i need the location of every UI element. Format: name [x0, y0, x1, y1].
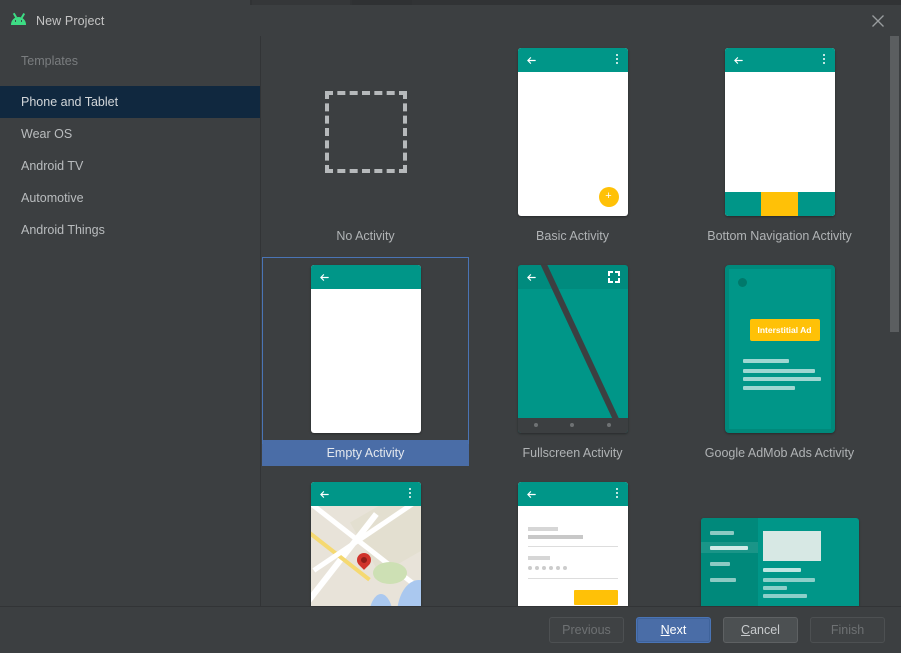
dialog-title-bar: New Project — [0, 5, 901, 36]
back-arrow-icon — [526, 56, 536, 64]
dialog-footer: Previous Next Cancel Finish — [0, 606, 901, 653]
phone-preview: Interstitial Ad — [724, 264, 835, 433]
template-card-label: Fullscreen Activity — [522, 446, 623, 460]
sidebar-item-label: Phone and Tablet — [21, 95, 119, 109]
sidebar-item-wear-os[interactable]: Wear OS — [0, 118, 260, 150]
phone-preview — [724, 47, 835, 216]
template-card-google-admob-ads-activity[interactable]: Interstitial Ad Google AdMob Ads Activit… — [676, 257, 883, 474]
page-title: New Project — [36, 13, 105, 28]
dashed-square-icon — [324, 90, 407, 173]
close-icon[interactable] — [867, 10, 889, 32]
sidebar-item-android-things[interactable]: Android Things — [0, 214, 260, 246]
template-card-fullscreen-activity[interactable]: Fullscreen Activity — [469, 257, 676, 474]
phone-preview: + — [517, 47, 628, 216]
phone-preview — [310, 264, 421, 433]
template-card-bottom-navigation-activity[interactable]: Bottom Navigation Activity — [676, 40, 883, 257]
template-card-label: No Activity — [336, 229, 395, 243]
back-arrow-icon — [319, 490, 329, 498]
finish-button[interactable]: Finish — [810, 617, 885, 643]
sidebar-item-label: Wear OS — [21, 127, 73, 141]
template-card-basic-activity[interactable]: + Basic Activity — [469, 40, 676, 257]
previous-button-label: Previous — [562, 623, 611, 637]
password-dots-icon — [527, 565, 567, 570]
template-card-master-detail-flow[interactable]: Master/Detail Flow — [676, 474, 883, 606]
tablet-preview — [700, 517, 859, 606]
template-card-label: Empty Activity — [262, 440, 469, 466]
sidebar-item-android-tv[interactable]: Android TV — [0, 150, 260, 182]
back-arrow-icon — [526, 273, 536, 281]
templates-sidebar: Templates Phone and Tablet Wear OS Andro… — [0, 36, 261, 606]
android-robot-icon — [10, 12, 27, 28]
sign-in-button-preview — [573, 589, 618, 605]
overflow-menu-icon — [615, 487, 619, 500]
sidebar-item-label: Android Things — [21, 223, 105, 237]
scrollbar-thumb[interactable] — [890, 36, 899, 332]
phone-preview — [310, 481, 421, 606]
next-button-label: Next — [660, 623, 687, 637]
template-card-empty-activity[interactable]: Empty Activity — [262, 257, 469, 474]
sidebar-item-phone-and-tablet[interactable]: Phone and Tablet — [0, 86, 260, 118]
gallery-scrollbar[interactable] — [889, 36, 899, 606]
fullscreen-expand-icon — [607, 270, 620, 283]
sidebar-item-automotive[interactable]: Automotive — [0, 182, 260, 214]
overflow-menu-icon — [408, 487, 412, 500]
cancel-button-label: Cancel — [741, 623, 780, 637]
interstitial-ad-badge: Interstitial Ad — [749, 318, 820, 341]
map-preview — [310, 505, 421, 606]
sidebar-item-label: Android TV — [21, 159, 84, 173]
template-card-no-activity[interactable]: No Activity — [262, 40, 469, 257]
template-card-label: Basic Activity — [536, 229, 609, 243]
template-card-label: Bottom Navigation Activity — [707, 229, 852, 243]
new-project-dialog: New Project Templates Phone and Tablet W… — [0, 0, 901, 653]
template-card-label: Google AdMob Ads Activity — [704, 446, 855, 460]
template-card-google-maps-activity[interactable]: Google Maps Activity — [262, 474, 469, 606]
finish-button-label: Finish — [830, 623, 865, 637]
previous-button[interactable]: Previous — [549, 617, 624, 643]
template-card-login-activity[interactable]: Login Activity — [469, 474, 676, 606]
back-arrow-icon — [526, 490, 536, 498]
next-button[interactable]: Next — [636, 617, 711, 643]
back-arrow-icon — [733, 56, 743, 64]
overflow-menu-icon — [822, 53, 826, 66]
phone-preview — [517, 481, 628, 606]
floating-action-button-icon: + — [598, 186, 619, 207]
cancel-button[interactable]: Cancel — [723, 617, 798, 643]
template-gallery: No Activity + Basic Activity Bottom Navi… — [262, 36, 901, 606]
bottom-navigation-bar — [724, 191, 835, 216]
system-navigation-bar — [517, 417, 628, 433]
sidebar-item-label: Automotive — [21, 191, 84, 205]
detail-image-placeholder — [762, 530, 821, 561]
status-dot-icon — [737, 277, 747, 287]
phone-preview — [517, 264, 628, 433]
sidebar-header: Templates — [21, 54, 78, 68]
overflow-menu-icon — [615, 53, 619, 66]
back-arrow-icon — [319, 273, 329, 281]
